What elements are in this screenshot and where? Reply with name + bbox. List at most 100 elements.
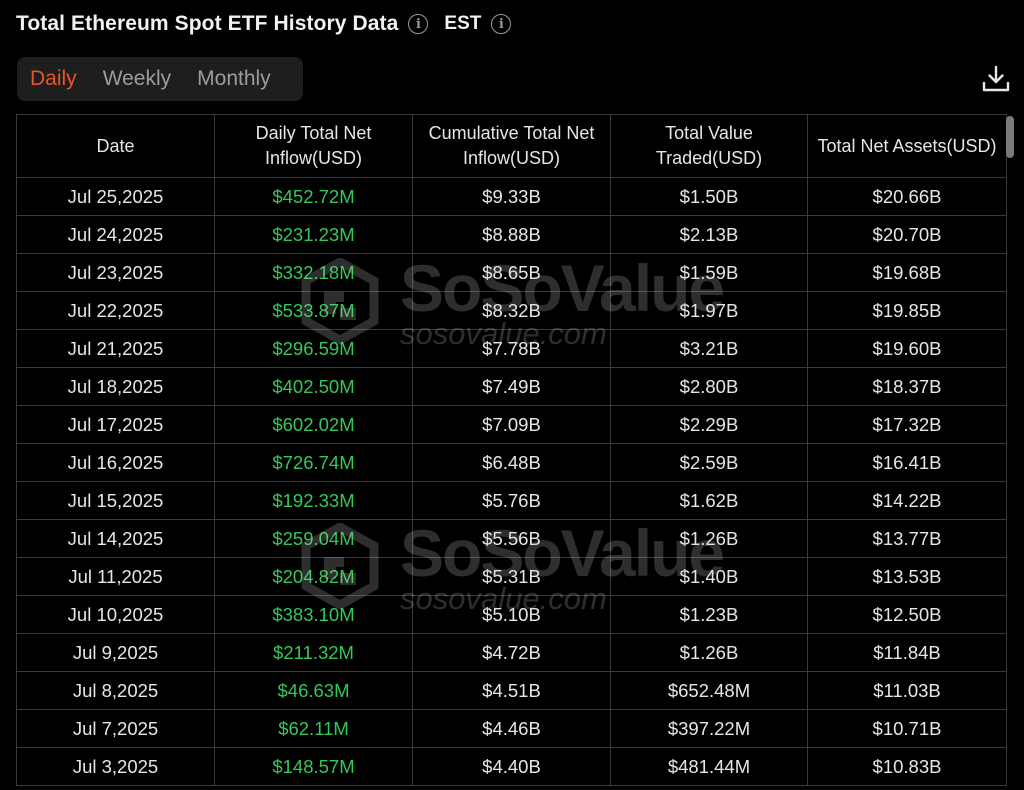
table-header-row: Date Daily Total Net Inflow(USD) Cumulat… bbox=[16, 114, 1007, 178]
daily-net-inflow-cell: $402.50M bbox=[214, 367, 413, 406]
date-cell: Jul 7,2025 bbox=[16, 709, 215, 748]
total-net-assets-cell: $12.50B bbox=[807, 595, 1007, 634]
column-header-date[interactable]: Date bbox=[16, 114, 215, 178]
total-net-assets-cell: $19.60B bbox=[807, 329, 1007, 368]
date-cell: Jul 22,2025 bbox=[16, 291, 215, 330]
daily-net-inflow-cell: $231.23M bbox=[214, 215, 413, 254]
table-row[interactable]: Jul 18,2025 $402.50M $7.49B $2.80B $18.37B bbox=[16, 367, 1007, 406]
column-header-cumulative-net-inflow[interactable]: Cumulative Total Net Inflow(USD) bbox=[412, 114, 611, 178]
cumulative-net-inflow-cell: $6.48B bbox=[412, 443, 611, 482]
download-icon[interactable] bbox=[981, 64, 1011, 94]
total-net-assets-cell: $10.71B bbox=[807, 709, 1007, 748]
total-value-traded-cell: $2.13B bbox=[610, 215, 808, 254]
timezone-info-icon[interactable]: i bbox=[491, 14, 512, 34]
cumulative-net-inflow-cell: $7.49B bbox=[412, 367, 611, 406]
daily-net-inflow-cell: $192.33M bbox=[214, 481, 413, 520]
daily-net-inflow-cell: $452.72M bbox=[214, 177, 413, 216]
total-value-traded-cell: $1.26B bbox=[610, 519, 808, 558]
date-cell: Jul 14,2025 bbox=[16, 519, 215, 558]
table-row[interactable]: Jul 14,2025 $259.04M $5.56B $1.26B $13.77B bbox=[16, 519, 1007, 558]
total-net-assets-cell: $20.66B bbox=[807, 177, 1007, 216]
column-header-total-value-traded[interactable]: Total Value Traded(USD) bbox=[610, 114, 808, 178]
tab-daily[interactable]: Daily bbox=[30, 67, 77, 91]
daily-net-inflow-cell: $383.10M bbox=[214, 595, 413, 634]
info-icon[interactable]: i bbox=[408, 14, 429, 34]
date-cell: Jul 17,2025 bbox=[16, 405, 215, 444]
table-scrollbar[interactable] bbox=[1006, 116, 1014, 158]
total-net-assets-cell: $19.85B bbox=[807, 291, 1007, 330]
daily-net-inflow-cell: $533.87M bbox=[214, 291, 413, 330]
table-row[interactable]: Jul 21,2025 $296.59M $7.78B $3.21B $19.60B bbox=[16, 329, 1007, 368]
total-value-traded-cell: $3.21B bbox=[610, 329, 808, 368]
date-cell: Jul 9,2025 bbox=[16, 633, 215, 672]
total-value-traded-cell: $2.80B bbox=[610, 367, 808, 406]
table-row[interactable]: Jul 16,2025 $726.74M $6.48B $2.59B $16.41B bbox=[16, 443, 1007, 482]
date-cell: Jul 16,2025 bbox=[16, 443, 215, 482]
column-header-total-net-assets[interactable]: Total Net Assets(USD) bbox=[807, 114, 1007, 178]
table-row[interactable]: Jul 24,2025 $231.23M $8.88B $2.13B $20.70B bbox=[16, 215, 1007, 254]
total-net-assets-cell: $11.03B bbox=[807, 671, 1007, 710]
cumulative-net-inflow-cell: $4.51B bbox=[412, 671, 611, 710]
table-row[interactable]: Jul 10,2025 $383.10M $5.10B $1.23B $12.50B bbox=[16, 595, 1007, 634]
cumulative-net-inflow-cell: $5.31B bbox=[412, 557, 611, 596]
cumulative-net-inflow-cell: $4.46B bbox=[412, 709, 611, 748]
daily-net-inflow-cell: $332.18M bbox=[214, 253, 413, 292]
timezone-label: EST bbox=[444, 13, 482, 34]
date-cell: Jul 8,2025 bbox=[16, 671, 215, 710]
total-net-assets-cell: $17.32B bbox=[807, 405, 1007, 444]
tab-monthly[interactable]: Monthly bbox=[197, 67, 271, 91]
page-title: Total Ethereum Spot ETF History Data bbox=[16, 12, 399, 35]
total-value-traded-cell: $1.23B bbox=[610, 595, 808, 634]
total-value-traded-cell: $1.40B bbox=[610, 557, 808, 596]
daily-net-inflow-cell: $148.57M bbox=[214, 747, 413, 786]
total-value-traded-cell: $2.29B bbox=[610, 405, 808, 444]
total-value-traded-cell: $1.59B bbox=[610, 253, 808, 292]
history-table-container[interactable]: Date Daily Total Net Inflow(USD) Cumulat… bbox=[16, 114, 1008, 790]
total-net-assets-cell: $20.70B bbox=[807, 215, 1007, 254]
total-net-assets-cell: $13.53B bbox=[807, 557, 1007, 596]
tab-weekly[interactable]: Weekly bbox=[103, 67, 171, 91]
total-value-traded-cell: $1.26B bbox=[610, 633, 808, 672]
total-net-assets-cell: $13.77B bbox=[807, 519, 1007, 558]
table-row[interactable]: Jul 23,2025 $332.18M $8.65B $1.59B $19.68B bbox=[16, 253, 1007, 292]
daily-net-inflow-cell: $62.11M bbox=[214, 709, 413, 748]
total-net-assets-cell: $18.37B bbox=[807, 367, 1007, 406]
date-cell: Jul 23,2025 bbox=[16, 253, 215, 292]
table-row[interactable]: Jul 9,2025 $211.32M $4.72B $1.26B $11.84B bbox=[16, 633, 1007, 672]
total-value-traded-cell: $2.59B bbox=[610, 443, 808, 482]
period-tabs: Daily Weekly Monthly bbox=[17, 57, 303, 101]
table-row[interactable]: Jul 15,2025 $192.33M $5.76B $1.62B $14.22B bbox=[16, 481, 1007, 520]
total-value-traded-cell: $652.48M bbox=[610, 671, 808, 710]
daily-net-inflow-cell: $296.59M bbox=[214, 329, 413, 368]
table-row[interactable]: Jul 22,2025 $533.87M $8.32B $1.97B $19.85B bbox=[16, 291, 1007, 330]
daily-net-inflow-cell: $46.63M bbox=[214, 671, 413, 710]
daily-net-inflow-cell: $259.04M bbox=[214, 519, 413, 558]
cumulative-net-inflow-cell: $5.10B bbox=[412, 595, 611, 634]
cumulative-net-inflow-cell: $8.32B bbox=[412, 291, 611, 330]
total-net-assets-cell: $11.84B bbox=[807, 633, 1007, 672]
total-value-traded-cell: $1.50B bbox=[610, 177, 808, 216]
daily-net-inflow-cell: $602.02M bbox=[214, 405, 413, 444]
date-cell: Jul 11,2025 bbox=[16, 557, 215, 596]
daily-net-inflow-cell: $726.74M bbox=[214, 443, 413, 482]
date-cell: Jul 25,2025 bbox=[16, 177, 215, 216]
table-row[interactable]: Jul 3,2025 $148.57M $4.40B $481.44M $10.83B bbox=[16, 747, 1007, 786]
table-row[interactable]: Jul 17,2025 $602.02M $7.09B $2.29B $17.32B bbox=[16, 405, 1007, 444]
table-row[interactable]: Jul 8,2025 $46.63M $4.51B $652.48M $11.03B bbox=[16, 671, 1007, 710]
header: Total Ethereum Spot ETF History Data i E… bbox=[16, 8, 512, 40]
table-row[interactable]: Jul 25,2025 $452.72M $9.33B $1.50B $20.66B bbox=[16, 177, 1007, 216]
cumulative-net-inflow-cell: $9.33B bbox=[412, 177, 611, 216]
cumulative-net-inflow-cell: $5.56B bbox=[412, 519, 611, 558]
total-net-assets-cell: $10.83B bbox=[807, 747, 1007, 786]
cumulative-net-inflow-cell: $4.72B bbox=[412, 633, 611, 672]
date-cell: Jul 3,2025 bbox=[16, 747, 215, 786]
total-net-assets-cell: $14.22B bbox=[807, 481, 1007, 520]
cumulative-net-inflow-cell: $4.40B bbox=[412, 747, 611, 786]
total-value-traded-cell: $1.62B bbox=[610, 481, 808, 520]
total-net-assets-cell: $19.68B bbox=[807, 253, 1007, 292]
date-cell: Jul 15,2025 bbox=[16, 481, 215, 520]
table-row[interactable]: Jul 11,2025 $204.82M $5.31B $1.40B $13.53B bbox=[16, 557, 1007, 596]
table-row[interactable]: Jul 7,2025 $62.11M $4.46B $397.22M $10.71B bbox=[16, 709, 1007, 748]
column-header-daily-net-inflow[interactable]: Daily Total Net Inflow(USD) bbox=[214, 114, 413, 178]
history-table: Date Daily Total Net Inflow(USD) Cumulat… bbox=[16, 114, 1007, 786]
